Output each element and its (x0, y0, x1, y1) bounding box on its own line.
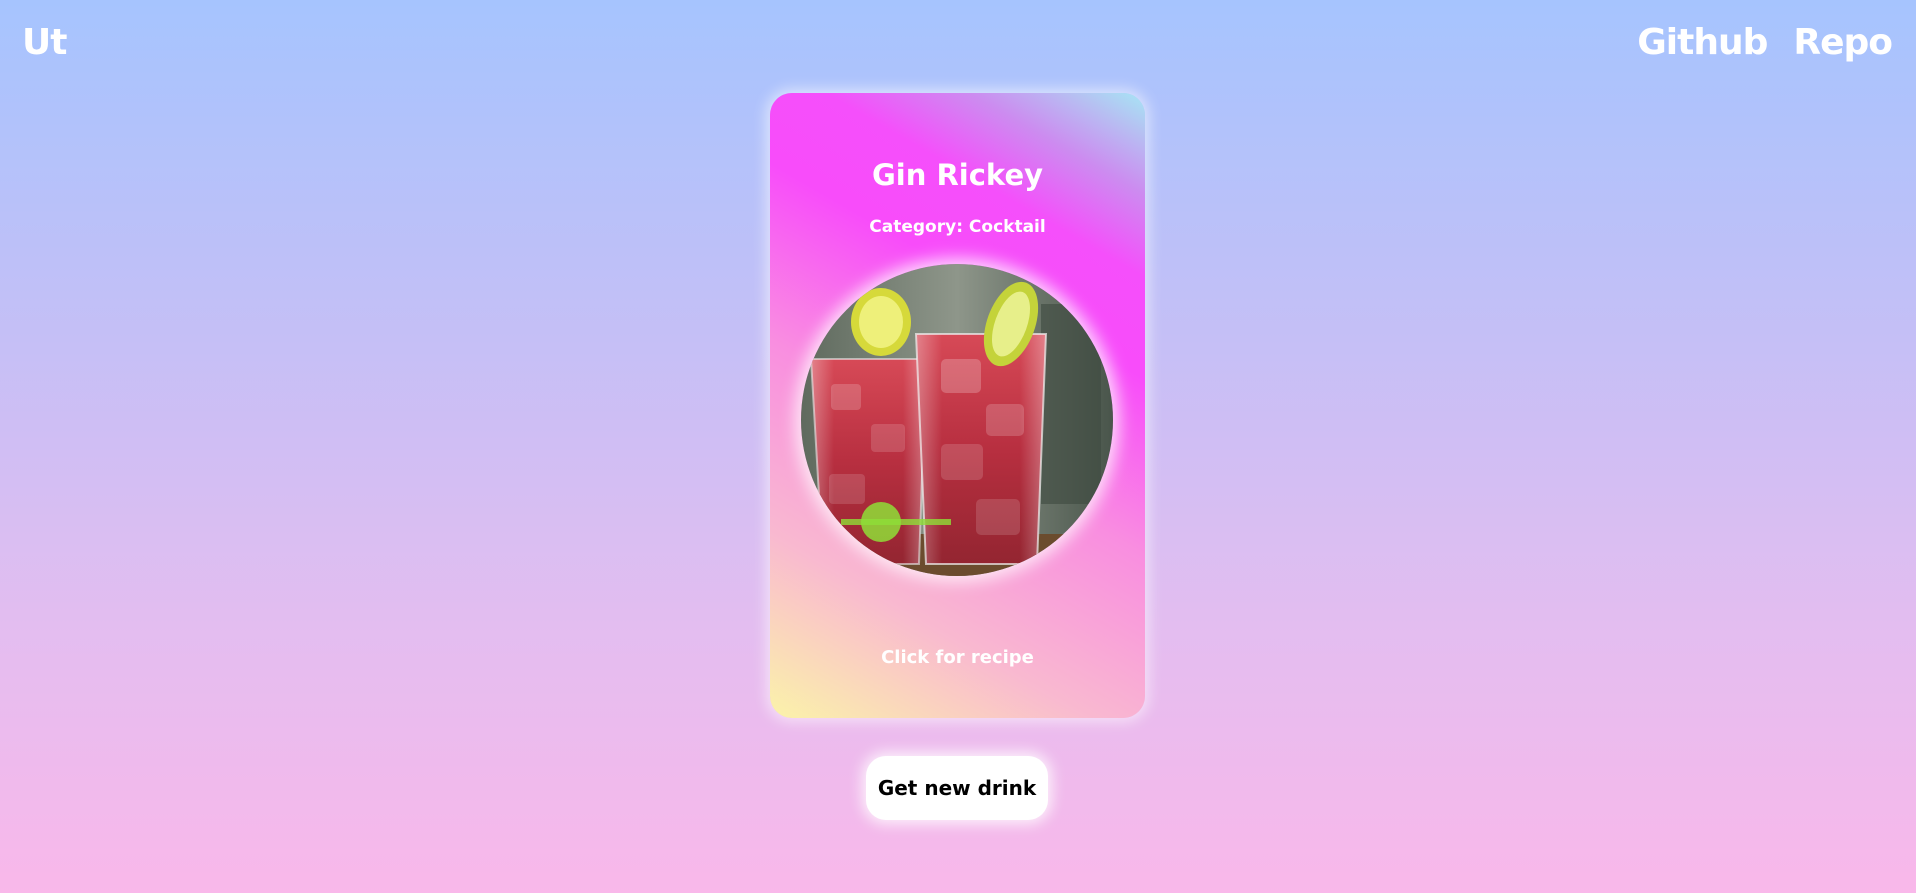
drink-category: Category: Cocktail (869, 217, 1046, 237)
drink-card[interactable]: Gin Rickey Category: Cocktail Click for … (770, 93, 1145, 718)
drink-image (801, 264, 1113, 576)
top-nav: Github Repo (1637, 22, 1893, 63)
get-new-drink-button[interactable]: Get new drink (866, 756, 1048, 820)
recipe-link[interactable]: Click for recipe (770, 647, 1145, 668)
drink-title: Gin Rickey (871, 158, 1044, 192)
nav-link-github[interactable]: Github (1637, 22, 1768, 63)
nav-link-repo[interactable]: Repo (1793, 22, 1893, 63)
drink-photo (801, 264, 1113, 576)
logo[interactable]: Ut (22, 22, 67, 63)
